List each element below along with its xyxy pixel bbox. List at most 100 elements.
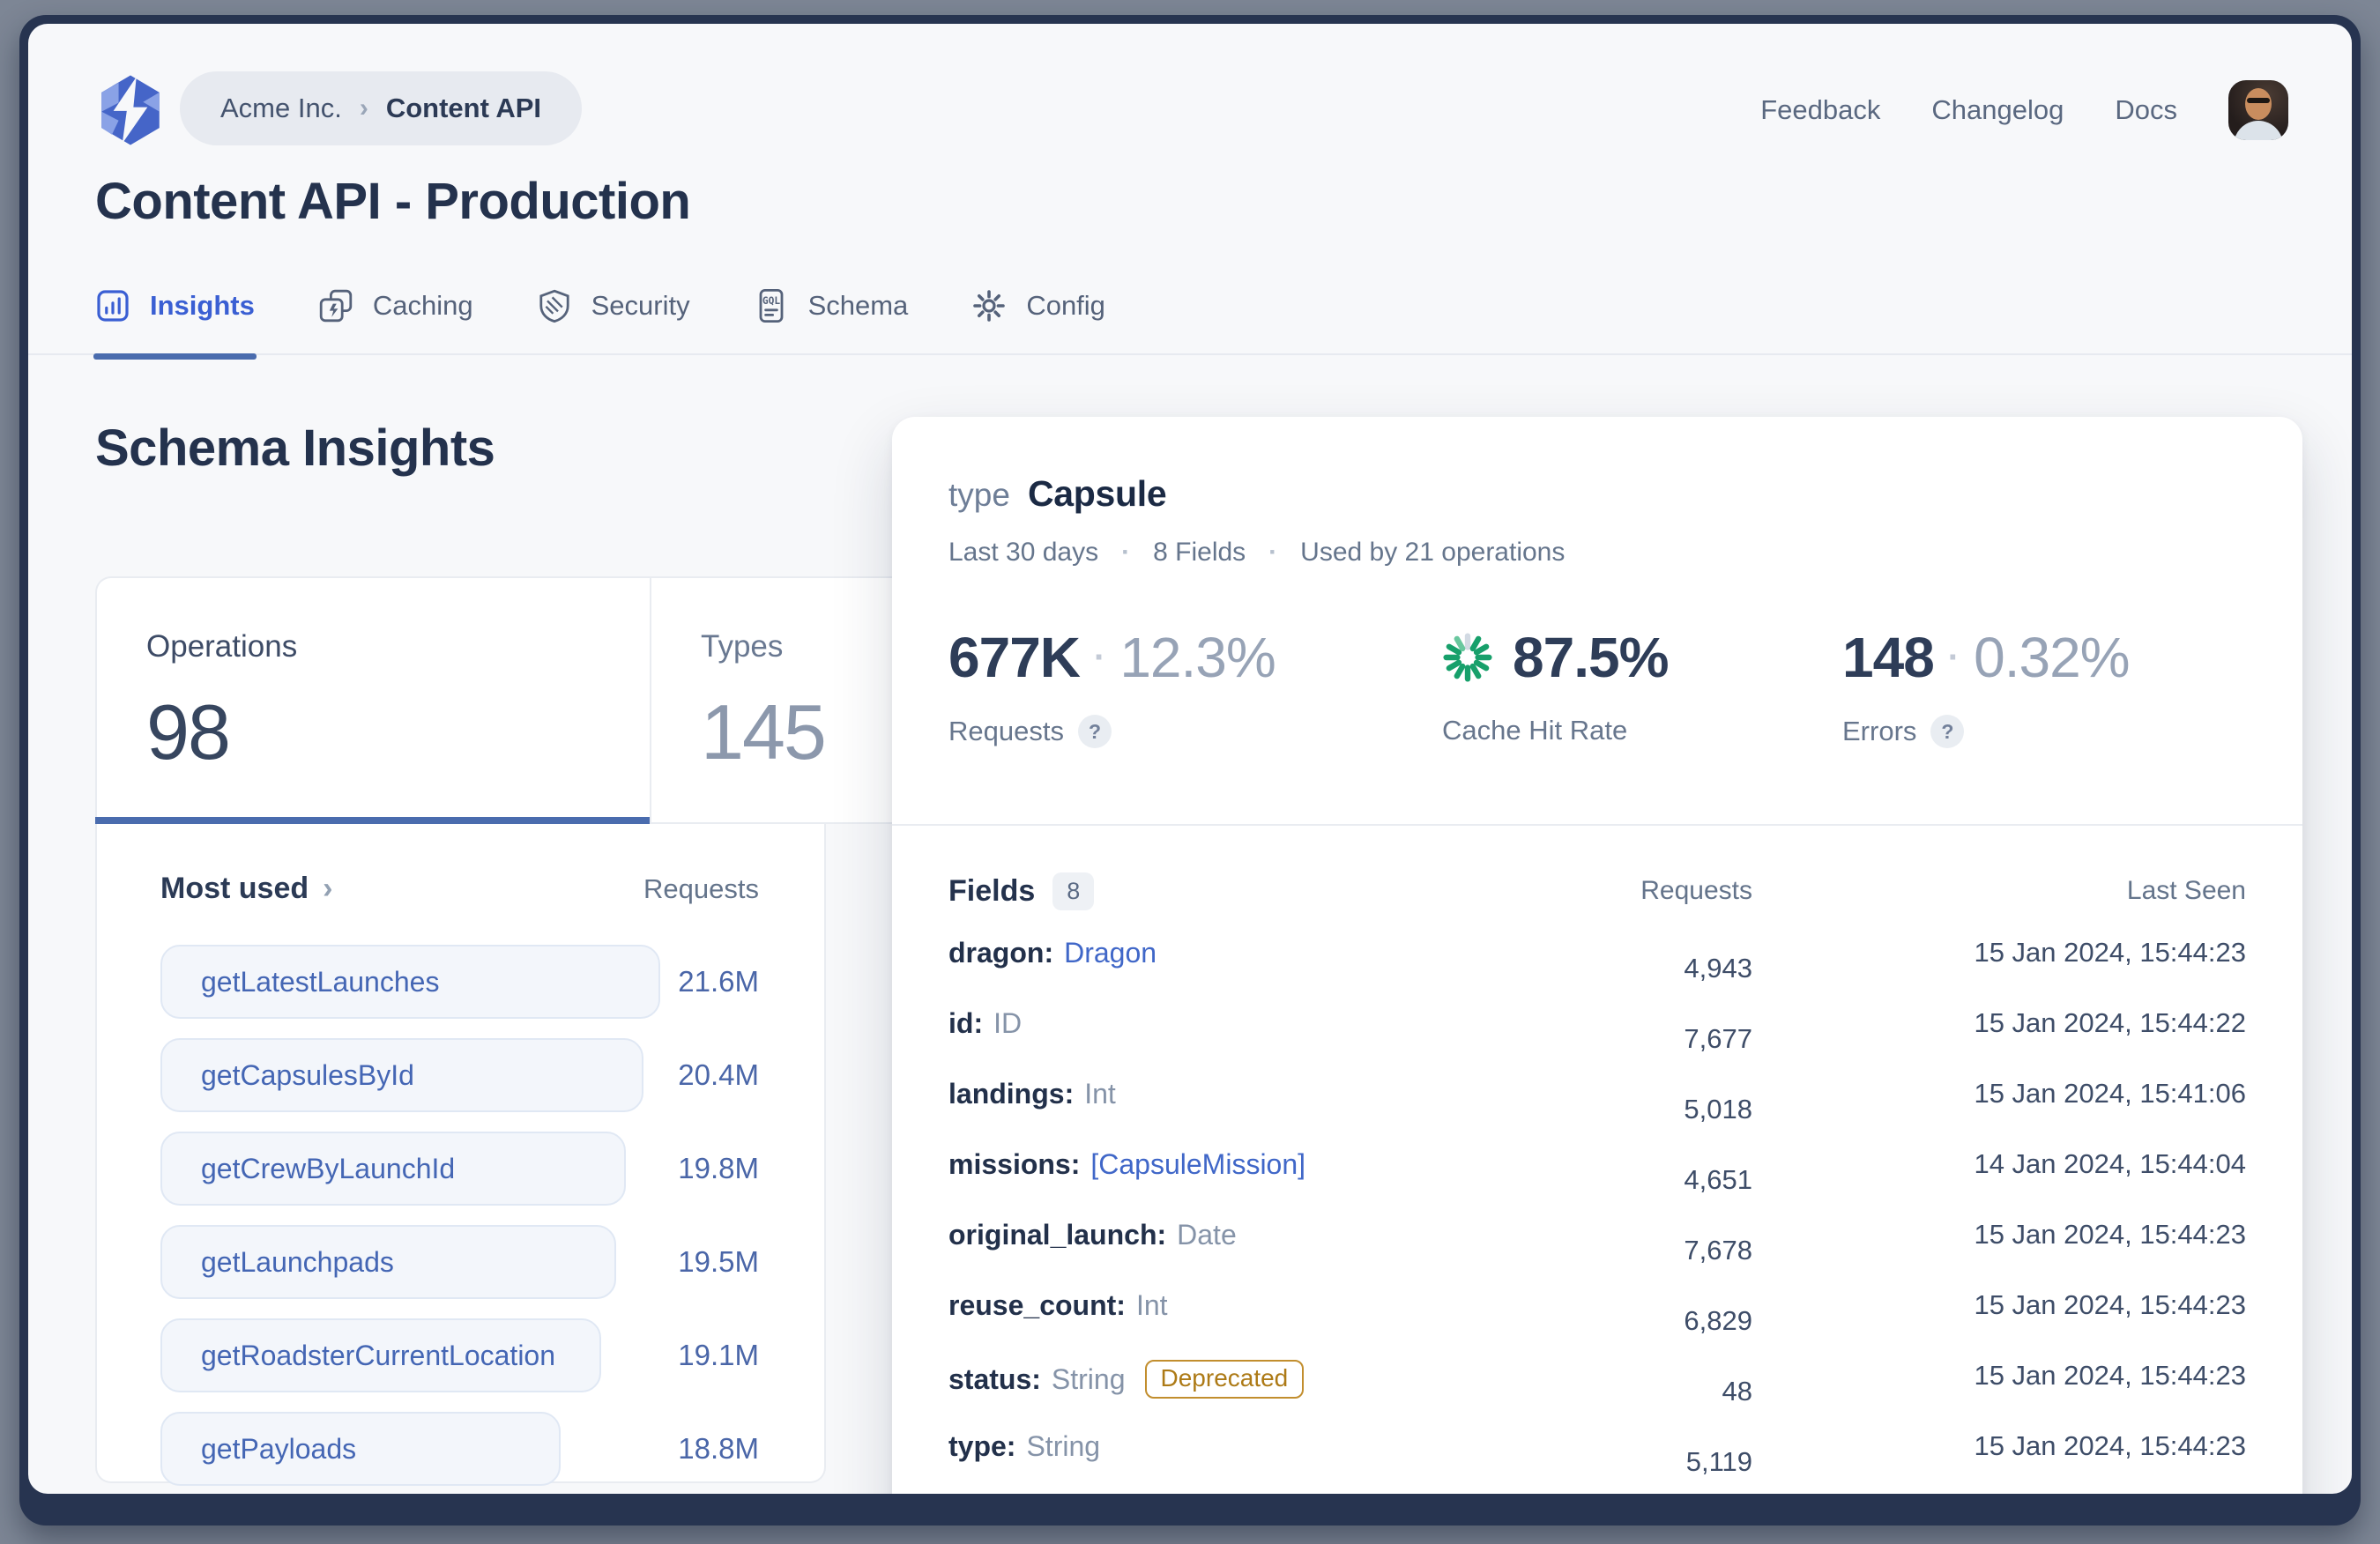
field-row: dragon : Dragon 4,943 15 Jan 2024, 15:44…	[948, 924, 2246, 995]
meta-range: Last 30 days	[948, 538, 1098, 568]
stellate-logo-icon[interactable]	[93, 73, 167, 147]
help-icon[interactable]: ?	[1078, 715, 1112, 748]
tab-label: Config	[1026, 290, 1105, 322]
field-name: original_launch	[948, 1219, 1157, 1251]
panel-header: type Capsule	[892, 417, 2302, 515]
field-name: missions	[948, 1148, 1071, 1181]
avatar-face	[2245, 88, 2272, 120]
section-heading: Schema Insights	[95, 419, 495, 478]
panel-divider	[892, 824, 2302, 826]
avatar-glasses	[2247, 98, 2270, 103]
field-type[interactable]: ID	[993, 1007, 1022, 1040]
field-type[interactable]: Int	[1136, 1289, 1168, 1322]
most-used-row: getCapsulesById 20.4M	[160, 1038, 759, 1112]
operation-pill[interactable]: getCrewByLaunchId	[160, 1132, 626, 1206]
schema-icon: GQL	[754, 288, 789, 323]
field-name: reuse_count	[948, 1289, 1116, 1322]
tab-security[interactable]: Security	[537, 288, 690, 323]
field-last-seen: 15 Jan 2024, 15:44:23	[1752, 1277, 2246, 1321]
operation-pill[interactable]: getPayloads	[160, 1412, 561, 1486]
help-icon[interactable]: ?	[1930, 715, 1964, 748]
tab-label: Insights	[150, 290, 255, 322]
stat-label: Requests	[948, 716, 1064, 747]
stat-secondary-value: 0.32%	[1974, 625, 2129, 690]
last-seen-column-header: Last Seen	[1752, 876, 2246, 906]
dot-separator: ·	[1121, 538, 1130, 568]
field-last-seen: 14 Jan 2024, 15:44:04	[1752, 1136, 2246, 1180]
tab-schema[interactable]: GQL Schema	[754, 288, 909, 323]
tab-config[interactable]: Config	[971, 288, 1105, 323]
app-window: Acme Inc. › Content API Feedback Changel…	[19, 15, 2361, 1525]
operation-name: getLatestLaunches	[201, 966, 439, 998]
field-colon: :	[1044, 937, 1053, 969]
field-row: reuse_count : Int 6,829 15 Jan 2024, 15:…	[948, 1277, 2246, 1347]
operation-name: getCrewByLaunchId	[201, 1153, 455, 1185]
field-type[interactable]: String	[1026, 1430, 1100, 1463]
fields-rows: dragon : Dragon 4,943 15 Jan 2024, 15:44…	[948, 924, 2246, 1488]
operation-name: getCapsulesById	[201, 1059, 414, 1092]
docs-link[interactable]: Docs	[2115, 94, 2177, 126]
field-row: type : String 5,119 15 Jan 2024, 15:44:2…	[948, 1418, 2246, 1488]
field-row: missions : [CapsuleMission] 4,651 14 Jan…	[948, 1136, 2246, 1206]
fields-title: Fields	[948, 874, 1035, 909]
field-request-count: 7,678	[1541, 1206, 1752, 1266]
stat-label: Cache Hit Rate	[1442, 715, 1627, 746]
operation-pill[interactable]: getLaunchpads	[160, 1225, 616, 1299]
meta-usage: Used by 21 operations	[1300, 538, 1565, 568]
most-used-row: getPayloads 18.8M	[160, 1412, 759, 1486]
tab-caching[interactable]: Caching	[318, 288, 473, 323]
field-last-seen: 15 Jan 2024, 15:44:23	[1752, 1347, 2246, 1392]
most-used-row: getCrewByLaunchId 19.8M	[160, 1132, 759, 1206]
header-nav: Feedback Changelog Docs	[1760, 73, 2288, 147]
field-row: landings : Int 5,018 15 Jan 2024, 15:41:…	[948, 1065, 2246, 1136]
caching-icon	[318, 288, 353, 323]
stats-row: 677K · 12.3% Requests ?	[892, 625, 2302, 801]
field-colon: :	[1157, 1219, 1166, 1251]
security-icon	[537, 288, 572, 323]
breadcrumb-org[interactable]: Acme Inc.	[220, 93, 342, 124]
breadcrumb[interactable]: Acme Inc. › Content API	[180, 71, 582, 145]
most-used-title: Most used	[160, 872, 309, 906]
tab-insights[interactable]: Insights	[95, 288, 255, 323]
stat-requests: 677K · 12.3% Requests ?	[948, 625, 1276, 748]
operation-request-count: 20.4M	[678, 1058, 759, 1092]
operation-pill[interactable]: getLatestLaunches	[160, 945, 660, 1019]
changelog-link[interactable]: Changelog	[1931, 94, 2064, 126]
operation-name: getPayloads	[201, 1433, 356, 1466]
summary-tab-operations[interactable]: Operations 98	[95, 576, 650, 824]
tab-label: Schema	[808, 290, 909, 322]
field-request-count: 4,943	[1541, 924, 1752, 984]
user-avatar[interactable]	[2228, 80, 2288, 140]
config-icon	[971, 288, 1007, 323]
operation-request-count: 18.8M	[678, 1432, 759, 1466]
operation-pill[interactable]: getRoadsterCurrentLocation	[160, 1318, 601, 1392]
most-used-requests-column-header: Requests	[643, 873, 759, 905]
operation-name: getRoadsterCurrentLocation	[201, 1340, 555, 1372]
field-type[interactable]: Int	[1084, 1078, 1116, 1110]
field-type[interactable]: Date	[1177, 1219, 1237, 1251]
avatar-shoulders	[2234, 121, 2283, 140]
insights-icon	[95, 288, 130, 323]
field-colon: :	[1065, 1078, 1075, 1110]
most-used-row: getLatestLaunches 21.6M	[160, 945, 759, 1019]
dot-separator: ·	[1948, 638, 1960, 678]
field-type[interactable]: Dragon	[1064, 937, 1157, 969]
stat-value: 148	[1842, 625, 1934, 690]
breadcrumb-project[interactable]: Content API	[386, 93, 541, 124]
cache-hit-spinner-icon	[1442, 632, 1493, 683]
most-used-title-link[interactable]: Most used ›	[160, 872, 332, 906]
field-row: status : String Deprecated 48 15 Jan 202…	[948, 1347, 2246, 1418]
type-kind-label: type	[948, 477, 1010, 514]
most-used-row: getLaunchpads 19.5M	[160, 1225, 759, 1299]
operation-pill[interactable]: getCapsulesById	[160, 1038, 643, 1112]
field-type[interactable]: [CapsuleMission]	[1090, 1148, 1305, 1181]
tab-label: Security	[591, 290, 690, 322]
fields-count-badge: 8	[1052, 872, 1094, 910]
feedback-link[interactable]: Feedback	[1760, 94, 1880, 126]
field-type[interactable]: String	[1052, 1363, 1126, 1396]
fields-table-header: Fields 8 Requests Last Seen	[948, 857, 2246, 924]
primary-tabs: Insights Caching Security GQL Schema	[28, 288, 2352, 355]
field-name: type	[948, 1430, 1007, 1463]
chevron-right-icon: ›	[360, 93, 368, 123]
field-row: original_launch : Date 7,678 15 Jan 2024…	[948, 1206, 2246, 1277]
